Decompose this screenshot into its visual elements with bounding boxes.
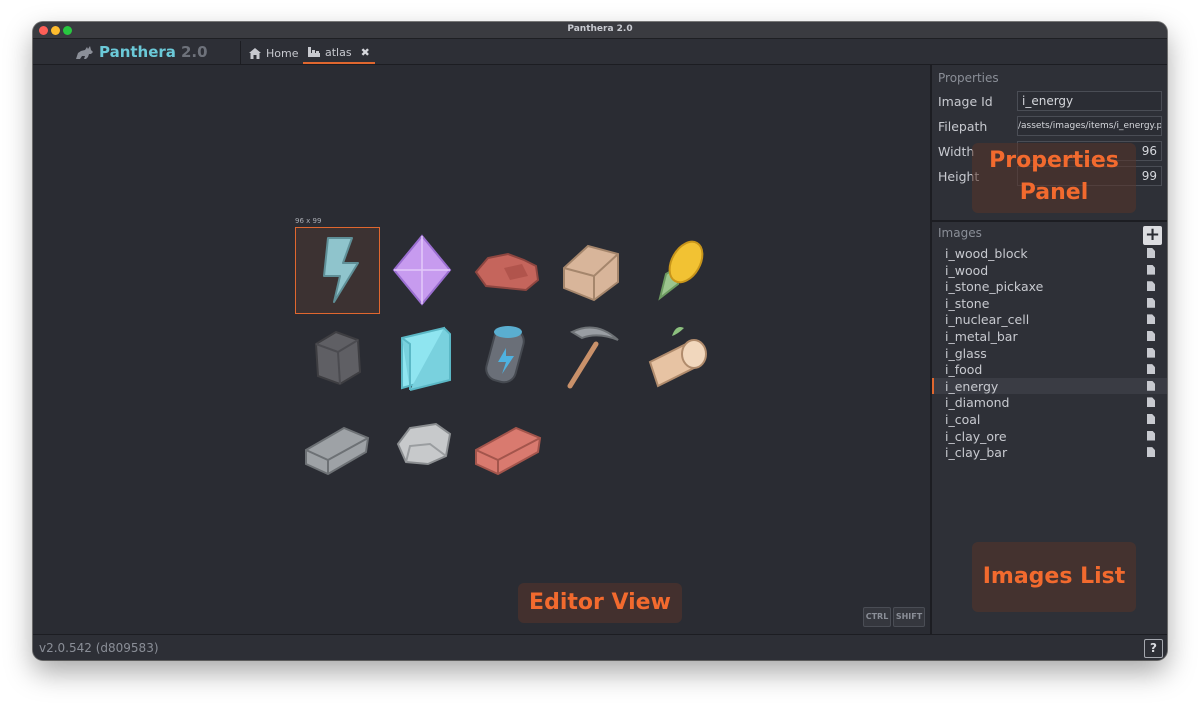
list-item-i-wood[interactable]: i_wood xyxy=(932,262,1167,279)
sprite-food[interactable] xyxy=(632,228,716,312)
file-icon xyxy=(1147,397,1155,408)
app-window: Panthera 2.0 Panthera 2.0 Home atlas ✖ 9… xyxy=(33,22,1167,660)
list-item-label: i_clay_bar xyxy=(945,445,1008,461)
sprite-diamond[interactable] xyxy=(380,228,464,312)
list-item-i-glass[interactable]: i_glass xyxy=(932,345,1167,362)
width-label: Width xyxy=(938,144,975,159)
sprite-wood[interactable] xyxy=(632,314,716,398)
list-item-label: i_stone_pickaxe xyxy=(945,279,1044,295)
brand-divider xyxy=(240,41,241,65)
list-item-label: i_metal_bar xyxy=(945,328,1018,344)
tab-home-label: Home xyxy=(266,46,299,60)
home-icon xyxy=(249,47,261,59)
image-id-label: Image Id xyxy=(938,94,993,109)
properties-title: Properties xyxy=(938,71,999,85)
images-list: i_wood_block i_wood i_stone_pickaxe i_st… xyxy=(932,245,1167,461)
list-item-i-diamond[interactable]: i_diamond xyxy=(932,394,1167,411)
tab-home[interactable]: Home xyxy=(244,42,303,64)
list-item-label: i_diamond xyxy=(945,395,1010,411)
sprite-metal-bar[interactable] xyxy=(296,400,380,484)
shift-key-indicator: SHIFT xyxy=(893,607,925,627)
selection-size-label: 96 x 99 xyxy=(295,217,322,225)
properties-panel-callout: Properties Panel xyxy=(972,143,1136,213)
list-item-i-clay-bar[interactable]: i_clay_bar xyxy=(932,444,1167,461)
file-icon xyxy=(1147,447,1155,458)
list-item-label: i_wood xyxy=(945,262,989,278)
add-image-button[interactable]: + xyxy=(1143,226,1162,245)
properties-callout-line2: Panel xyxy=(1019,180,1089,205)
file-icon xyxy=(1147,430,1155,441)
list-item-label: i_food xyxy=(945,362,983,378)
file-icon xyxy=(1147,364,1155,375)
sprite-stone-pickaxe[interactable] xyxy=(548,314,632,398)
sprite-coal[interactable] xyxy=(296,314,380,398)
file-icon xyxy=(1147,347,1155,358)
sprite-nuclear-cell[interactable] xyxy=(464,314,548,398)
list-item-label: i_wood_block xyxy=(945,246,1028,261)
list-item-i-metal-bar[interactable]: i_metal_bar xyxy=(932,328,1167,345)
images-list-callout: Images List xyxy=(972,542,1136,612)
sprite-stone[interactable] xyxy=(380,400,464,484)
tab-atlas[interactable]: atlas ✖ xyxy=(303,42,375,64)
image-id-field[interactable]: i_energy xyxy=(1017,91,1162,111)
ctrl-key-indicator: CTRL xyxy=(863,607,891,627)
file-icon xyxy=(1147,248,1155,258)
atlas-icon xyxy=(308,47,320,57)
panther-icon xyxy=(76,46,93,59)
list-item-label: i_clay_ore xyxy=(945,428,1007,444)
panel-divider xyxy=(932,220,1167,222)
sprite-wood-block[interactable] xyxy=(548,228,632,312)
version-label: v2.0.542 (d809583) xyxy=(39,641,159,655)
editor-view-callout: Editor View xyxy=(518,583,682,623)
title-bar: Panthera 2.0 xyxy=(33,22,1167,39)
filepath-label: Filepath xyxy=(938,119,988,134)
sprite-glass[interactable] xyxy=(380,314,464,398)
list-item-label: i_energy xyxy=(945,378,999,394)
file-icon xyxy=(1147,297,1155,308)
sprite-energy[interactable] xyxy=(296,228,380,312)
file-icon xyxy=(1147,330,1155,341)
list-item-label: i_stone xyxy=(945,295,990,311)
tab-atlas-label: atlas xyxy=(325,45,352,59)
brand-name: Panthera xyxy=(99,43,176,61)
list-item-i-stone-pickaxe[interactable]: i_stone_pickaxe xyxy=(932,278,1167,295)
list-item-i-food[interactable]: i_food xyxy=(932,361,1167,378)
sprite-clay-bar[interactable] xyxy=(464,400,548,484)
list-item-i-energy[interactable]: i_energy xyxy=(932,377,1167,395)
list-item-label: i_glass xyxy=(945,345,987,361)
list-item-i-clay-ore[interactable]: i_clay_ore xyxy=(932,428,1167,445)
properties-callout-line1: Properties xyxy=(989,148,1119,173)
right-sidebar: Properties Image Id i_energy Filepath /a… xyxy=(930,65,1167,634)
close-tab-icon[interactable]: ✖ xyxy=(361,46,370,59)
list-item-i-wood-block[interactable]: i_wood_block xyxy=(932,245,1167,262)
images-title: Images xyxy=(938,226,982,240)
list-item-i-stone[interactable]: i_stone xyxy=(932,295,1167,312)
help-button[interactable]: ? xyxy=(1144,639,1163,658)
editor-view[interactable]: 96 x 99 Editor View CTRL SHIFT xyxy=(33,65,930,634)
file-icon xyxy=(1147,380,1155,391)
list-item-label: i_nuclear_cell xyxy=(945,312,1030,328)
status-bar: v2.0.542 (d809583) ? xyxy=(33,634,1167,660)
file-icon xyxy=(1147,281,1155,292)
list-item-i-nuclear-cell[interactable]: i_nuclear_cell xyxy=(932,311,1167,328)
sprite-clay-ore[interactable] xyxy=(464,228,548,312)
filepath-field[interactable]: /assets/images/items/i_energy.png xyxy=(1017,116,1162,136)
brand-logo: Panthera 2.0 xyxy=(74,42,208,62)
window-title: Panthera 2.0 xyxy=(567,24,633,34)
file-icon xyxy=(1147,314,1155,325)
list-item-i-coal[interactable]: i_coal xyxy=(932,411,1167,428)
file-icon xyxy=(1147,413,1155,424)
file-icon xyxy=(1147,264,1155,275)
top-bar: Panthera 2.0 Home atlas ✖ xyxy=(33,39,1167,65)
brand-version: 2.0 xyxy=(180,43,208,61)
list-item-label: i_coal xyxy=(945,411,981,427)
